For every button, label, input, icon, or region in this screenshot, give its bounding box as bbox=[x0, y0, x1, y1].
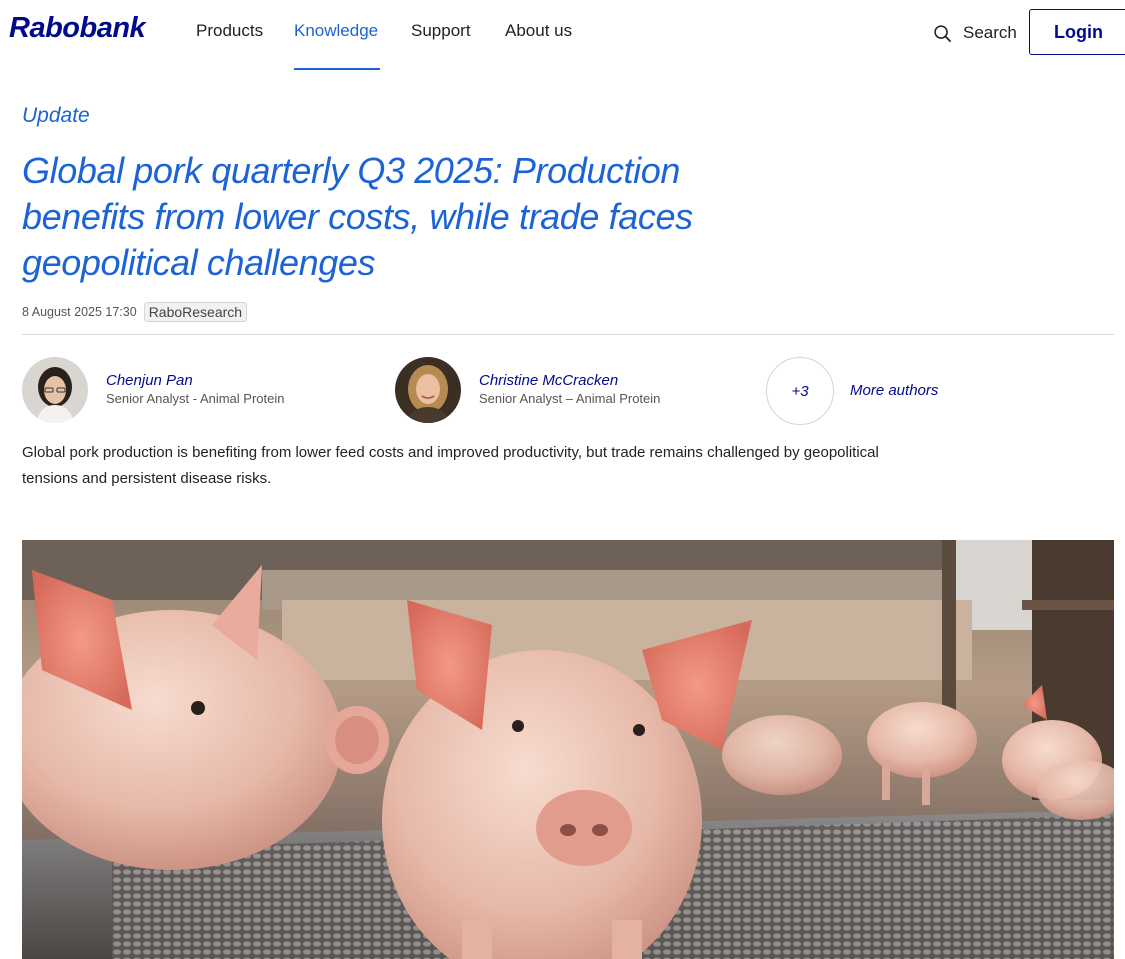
search-icon bbox=[934, 24, 951, 42]
search-button[interactable]: Search bbox=[933, 21, 1017, 45]
author-role: Senior Analyst - Animal Protein bbox=[106, 391, 285, 406]
avatar bbox=[395, 357, 461, 423]
article-title: Global pork quarterly Q3 2025: Productio… bbox=[22, 150, 693, 283]
more-authors-count[interactable]: +3 bbox=[766, 357, 834, 425]
search-label: Search bbox=[963, 23, 1017, 42]
author-role: Senior Analyst – Animal Protein bbox=[479, 391, 661, 406]
divider bbox=[22, 334, 1114, 335]
nav-products[interactable]: Products bbox=[196, 21, 263, 41]
author-card-2[interactable]: Christine McCracken Senior Analyst – Ani… bbox=[395, 356, 660, 424]
publish-date: 8 August 2025 17:30 bbox=[22, 305, 137, 319]
rabobank-logo[interactable]: Rabobank bbox=[9, 12, 146, 45]
author-name[interactable]: Christine McCracken bbox=[479, 372, 660, 390]
nav-about-us[interactable]: About us bbox=[505, 21, 572, 41]
hero-image-piglets bbox=[22, 540, 1114, 959]
article-category[interactable]: Update bbox=[22, 104, 90, 128]
nav-support[interactable]: Support bbox=[411, 21, 471, 41]
article-meta: 8 August 2025 17:30 RaboResearch bbox=[22, 302, 248, 322]
nav-knowledge[interactable]: Knowledge bbox=[294, 21, 378, 41]
site-header: Rabobank Products Knowledge Support Abou… bbox=[0, 0, 1125, 72]
avatar bbox=[22, 357, 88, 423]
author-name[interactable]: Chenjun Pan bbox=[106, 372, 284, 390]
login-button[interactable]: Login bbox=[1029, 9, 1125, 55]
more-authors-link[interactable]: More authors bbox=[850, 382, 938, 399]
author-card-1[interactable]: Chenjun Pan Senior Analyst - Animal Prot… bbox=[22, 356, 284, 424]
tag-raboresearch[interactable]: RaboResearch bbox=[143, 302, 248, 322]
active-nav-indicator bbox=[294, 68, 380, 70]
article-intro: Global pork production is benefiting fro… bbox=[22, 444, 879, 487]
